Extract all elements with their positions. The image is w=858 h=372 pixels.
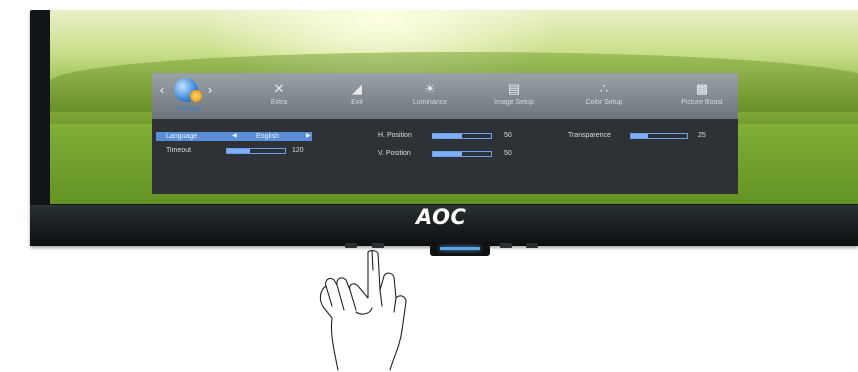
hardware-button-right[interactable] bbox=[500, 243, 512, 248]
hardware-button-left[interactable] bbox=[372, 243, 384, 248]
brand-logo: AOC bbox=[416, 205, 467, 229]
sun-icon: ☀ bbox=[424, 81, 436, 96]
osd-menu: ‹ › Language ✕ Extra ◢ Exit ☀ Luminance … bbox=[152, 73, 738, 194]
arrow-right-icon[interactable]: ▶ bbox=[306, 132, 311, 141]
transparence-label: Transparence bbox=[568, 132, 611, 139]
tab-label: Image Setup bbox=[494, 99, 534, 106]
timeout-row[interactable]: Timeout 120 bbox=[166, 146, 326, 156]
language-value: English bbox=[256, 133, 279, 140]
h-position-label: H. Position bbox=[378, 132, 412, 139]
image-setup-icon: ▤ bbox=[507, 81, 521, 96]
language-row[interactable]: Language ◀ English ▶ bbox=[156, 132, 312, 141]
language-label: Language bbox=[166, 133, 198, 140]
transparence-slider-fill bbox=[631, 134, 648, 138]
tools-icon: ✕ bbox=[273, 81, 285, 96]
v-position-slider-fill bbox=[433, 152, 462, 156]
tab-label: Exit bbox=[351, 99, 363, 106]
transparence-slider[interactable] bbox=[630, 133, 688, 139]
tab-label: Color Setup bbox=[585, 99, 623, 106]
v-position-value: 50 bbox=[504, 150, 512, 157]
tab-picture-boost[interactable]: ▩ Picture Boost bbox=[668, 73, 736, 119]
tab-extra[interactable]: ✕ Extra bbox=[254, 73, 304, 119]
h-position-slider-fill bbox=[433, 134, 462, 138]
color-dots-icon: ∴ bbox=[599, 81, 609, 96]
v-position-label: V. Position bbox=[378, 150, 411, 157]
timeout-value: 120 bbox=[292, 147, 304, 154]
hand-pointer-illustration bbox=[319, 250, 407, 371]
tab-label: Luminance bbox=[412, 99, 448, 106]
h-position-value: 50 bbox=[504, 132, 512, 139]
v-position-slider[interactable] bbox=[432, 151, 492, 157]
tab-label: Language bbox=[175, 106, 203, 112]
tab-label: Picture Boost bbox=[681, 99, 723, 106]
timeout-slider-fill bbox=[227, 149, 251, 153]
timeout-slider[interactable] bbox=[226, 148, 286, 154]
tab-color-setup[interactable]: ∴ Color Setup bbox=[572, 73, 636, 119]
tab-label: Extra bbox=[270, 99, 288, 106]
tab-image-setup[interactable]: ▤ Image Setup bbox=[482, 73, 546, 119]
timeout-label: Timeout bbox=[166, 147, 192, 154]
h-position-slider[interactable] bbox=[432, 133, 492, 139]
v-position-row[interactable]: V. Position 50 bbox=[378, 149, 518, 159]
chevron-left-icon[interactable]: ‹ bbox=[160, 83, 164, 97]
h-position-row[interactable]: H. Position 50 bbox=[378, 131, 518, 141]
exit-door-icon: ◢ bbox=[352, 81, 362, 96]
picture-boost-icon: ▩ bbox=[695, 81, 709, 96]
hardware-button-auto[interactable] bbox=[526, 243, 538, 248]
transparence-row[interactable]: Transparence 25 bbox=[568, 131, 718, 141]
gear-icon bbox=[190, 90, 202, 102]
osd-settings-panel: Language ◀ English ▶ Timeout 120 H. Posi… bbox=[152, 119, 738, 194]
osd-tab-bar: ‹ › Language ✕ Extra ◢ Exit ☀ Luminance … bbox=[152, 73, 738, 119]
transparence-value: 25 bbox=[698, 132, 706, 139]
tab-exit[interactable]: ◢ Exit bbox=[332, 73, 382, 119]
tab-language[interactable]: ‹ › Language bbox=[156, 73, 218, 119]
hardware-button-menu[interactable] bbox=[345, 243, 357, 248]
power-led bbox=[440, 247, 480, 250]
arrow-left-icon[interactable]: ◀ bbox=[232, 132, 237, 141]
chevron-right-icon[interactable]: › bbox=[208, 83, 212, 97]
power-led-bar bbox=[430, 244, 490, 256]
tab-luminance[interactable]: ☀ Luminance bbox=[398, 73, 462, 119]
